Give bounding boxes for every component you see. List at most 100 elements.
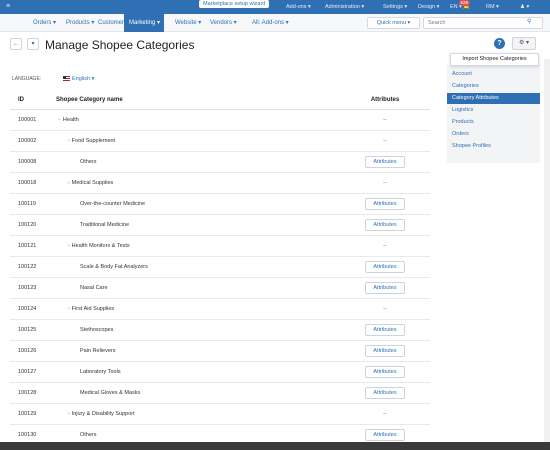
menu-website[interactable]: Website ▾ [175,19,201,26]
no-attributes-dash: -- [383,179,387,186]
addons-menu[interactable]: Add-ons ▾ [286,4,311,10]
table-row: 100126 Pain Relievers Attributes [10,340,430,362]
attributes-button[interactable]: Attributes [365,218,405,231]
administration-menu[interactable]: Administration ▾ [325,4,364,10]
category-name-cell: › Medical Supplies [56,172,340,194]
settings-menu[interactable]: Settings ▾ [383,4,407,10]
table-row: 100127 Laboratory Tools Attributes [10,361,430,383]
back-button[interactable]: ← [10,38,22,50]
category-name-cell: Laboratory Tools [56,361,340,383]
category-name-cell: Stethoscopes [56,319,340,341]
attributes-button[interactable]: Attributes [365,344,405,357]
menu-icon[interactable]: ≡ [6,3,10,10]
attributes-button[interactable]: Attributes [365,260,405,273]
home-icon[interactable]: ✦ [12,6,17,13]
category-name: Nasal Care [80,284,108,291]
sidebar-item-account[interactable]: Account [447,69,540,80]
category-id: 100126 [10,340,56,362]
no-attributes-dash: -- [383,410,387,417]
category-id: 100124 [10,298,56,320]
marketplace-wizard-button[interactable]: Marketplace setup wizard [199,0,270,8]
quick-menu-button[interactable]: Quick menu ▾ [367,17,420,29]
attributes-cell: Attributes [340,277,430,299]
expand-icon[interactable]: › [68,306,70,312]
category-name-cell: › Food Supplement [56,130,340,152]
scrollbar[interactable] [544,59,550,442]
menu-orders[interactable]: Orders ▾ [33,19,56,26]
no-attributes-dash: -- [383,137,387,144]
attributes-button[interactable]: Attributes [365,281,405,294]
category-name: Injury & Disability Support [71,410,135,417]
attributes-button[interactable]: Attributes [365,197,405,210]
category-name-cell: › First Aid Supplies [56,298,340,320]
table-row: 100002 › Food Supplement -- [10,130,430,152]
attributes-cell: Attributes [340,193,430,215]
category-name-cell: Nasal Care [56,277,340,299]
category-name: Health Monitors & Tests [71,242,130,249]
attributes-cell: -- [340,109,430,131]
category-name: Scale & Body Fat Analyzers [80,263,148,270]
table-row: 100125 Stethoscopes Attributes [10,319,430,341]
attributes-button[interactable]: Attributes [365,155,405,168]
expand-icon[interactable]: › [68,411,70,417]
search-input[interactable] [423,17,543,29]
attributes-cell: Attributes [340,361,430,383]
sidebar-item-logistics[interactable]: Logistics [447,105,540,116]
menu-products[interactable]: Products ▾ [66,19,94,26]
category-name: Others [80,431,97,438]
help-icon[interactable]: ? [494,38,505,49]
category-name-cell: › Injury & Disability Support [56,403,340,425]
admin-topbar: ≡ Marketplace setup wizard Add-ons ▾ Adm… [0,0,550,14]
category-id: 100018 [10,172,56,194]
category-name: First Aid Supplies [71,305,115,312]
attributes-button[interactable]: Attributes [365,323,405,336]
attributes-button[interactable]: Attributes [365,365,405,378]
table-row: 100128 Medical Gloves & Masks Attributes [10,382,430,404]
menu-marketing[interactable]: Marketing ▾ [129,19,160,26]
settings-gear-button[interactable]: ⚙ ▾ [512,37,536,50]
attributes-cell: -- [340,130,430,152]
attributes-button[interactable]: Attributes [365,428,405,441]
categories-table: ID Shopee Category name Attributes 10000… [10,91,430,446]
sidebar-item-category-attributes[interactable]: Category Attributes [447,93,540,104]
category-name: Stethoscopes [80,326,114,333]
collapse-icon[interactable]: − [58,117,61,123]
category-id: 100001 [10,109,56,131]
attributes-button[interactable]: Attributes [365,386,405,399]
language-select[interactable]: English ▾ [63,76,94,82]
menu-customers[interactable]: Customers ▾ [98,19,132,26]
menu-all-addons[interactable]: All: Add-ons ▾ [252,19,289,26]
table-row: 100001− Health -- [10,109,430,131]
sidebar-item-categories[interactable]: Categories [447,81,540,92]
expand-icon[interactable]: › [68,138,70,144]
attributes-cell: -- [340,235,430,257]
sidebar-item-products[interactable]: Products [447,117,540,128]
history-dropdown-button[interactable]: ▾ [27,38,39,50]
expand-icon[interactable]: › [68,180,70,186]
table-row: 100121 › Health Monitors & Tests -- [10,235,430,257]
category-id: 100119 [10,193,56,215]
attributes-cell: Attributes [340,382,430,404]
import-shopee-categories-menu-item[interactable]: Import Shopee Categories [450,53,539,66]
account-menu[interactable]: ♟ ▾ [520,4,529,10]
language-value: English ▾ [72,76,95,82]
design-menu[interactable]: Design ▾ [418,4,439,10]
search-icon[interactable]: ⚲ [527,18,531,25]
category-name: Over-the-counter Medicine [80,200,146,207]
category-id: 100127 [10,361,56,383]
sidebar-item-orders[interactable]: Orders [447,129,540,140]
category-id: 100002 [10,130,56,152]
category-name-cell: › Health Monitors & Tests [56,235,340,257]
sidebar-item-shopee-profiles[interactable]: Shopee Profiles [447,141,540,152]
category-name-cell: Medical Gloves & Masks [56,382,340,404]
expand-icon[interactable]: › [68,243,70,249]
table-header-row: ID Shopee Category name Attributes [10,91,430,110]
table-row: 100120 Traditional Medicine Attributes [10,214,430,236]
table-row: 100119 Over-the-counter Medicine Attribute… [10,193,430,215]
attributes-cell: -- [340,403,430,425]
menu-vendors[interactable]: Vendors ▾ [210,19,237,26]
category-id: 100128 [10,382,56,404]
category-id: 100121 [10,235,56,257]
page-title: Manage Shopee Categories [45,38,195,52]
user-menu[interactable]: RM ▾ [486,4,499,10]
